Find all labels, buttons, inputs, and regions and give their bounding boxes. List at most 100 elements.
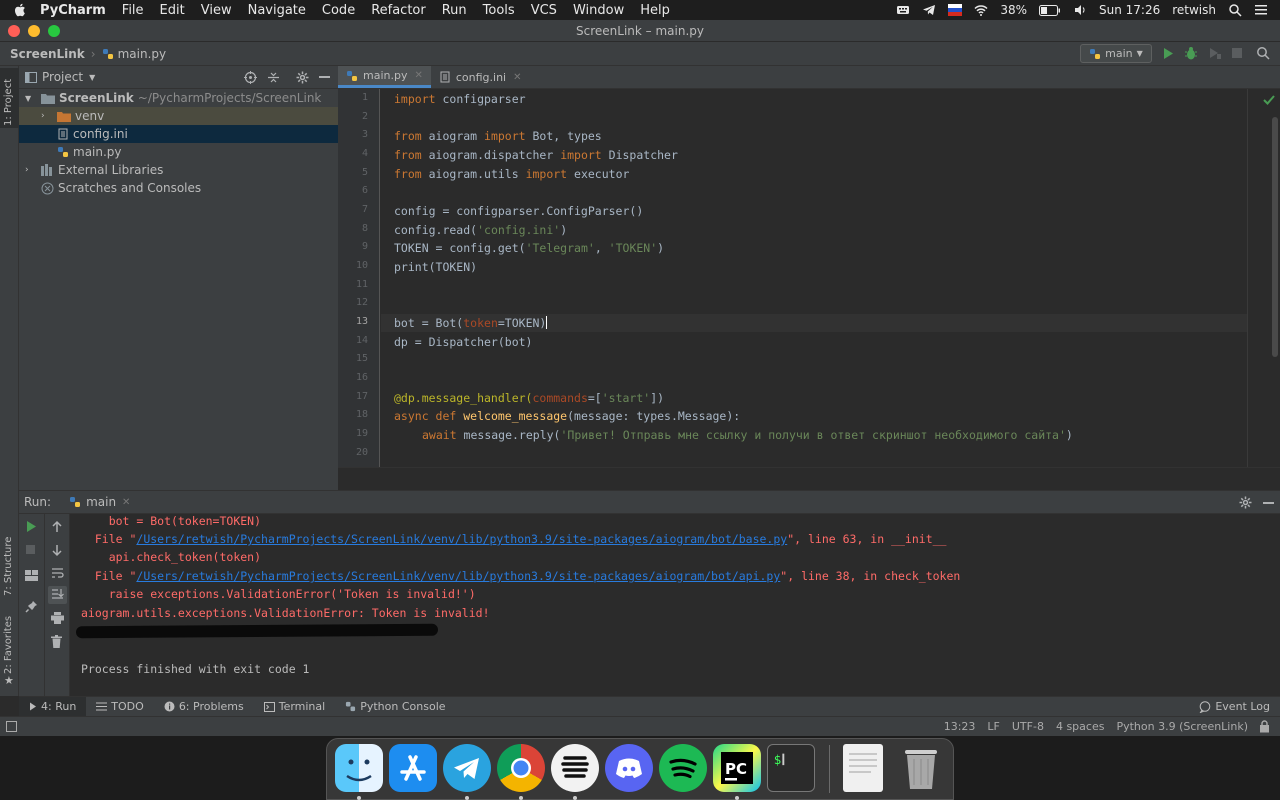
breadcrumb-file[interactable]: main.py — [118, 47, 167, 61]
tool-tab-todo[interactable]: TODO — [86, 697, 154, 717]
keyboard-icon[interactable] — [896, 3, 910, 17]
spotify-icon[interactable] — [659, 744, 707, 792]
gear-icon[interactable] — [1239, 496, 1252, 509]
code-editor[interactable]: import configparser from aiogram import … — [381, 89, 1247, 467]
menu-file[interactable]: File — [122, 3, 144, 18]
clock[interactable]: Sun 17:26 — [1099, 3, 1160, 17]
stop-icon[interactable] — [1231, 47, 1243, 59]
hide-panel-icon[interactable] — [319, 76, 330, 78]
control-center-icon[interactable] — [1254, 3, 1268, 17]
telegram-tray-icon[interactable] — [922, 3, 936, 17]
input-source-flag-icon[interactable] — [948, 4, 963, 16]
gear-icon[interactable] — [296, 71, 309, 84]
rerun-icon[interactable] — [25, 520, 39, 534]
tree-item-external-libraries[interactable]: › External Libraries — [19, 161, 338, 179]
stop-icon[interactable] — [25, 544, 39, 558]
close-tab-icon[interactable]: ✕ — [513, 72, 521, 83]
hide-panel-icon[interactable] — [1263, 502, 1274, 504]
locate-file-icon[interactable] — [244, 71, 257, 84]
battery-icon[interactable] — [1039, 4, 1061, 16]
menu-vcs[interactable]: VCS — [531, 3, 557, 18]
status-indent[interactable]: 4 spaces — [1056, 720, 1105, 733]
tree-item-venv[interactable]: › venv — [19, 107, 338, 125]
tree-item-main-py[interactable]: main.py — [19, 143, 338, 161]
tree-root-screenlink[interactable]: ▼ ScreenLink ~/PycharmProjects/ScreenLin… — [19, 89, 338, 107]
status-line-separator[interactable]: LF — [987, 720, 999, 733]
side-label-favorites[interactable]: 2: Favorites — [3, 616, 14, 674]
menu-view[interactable]: View — [201, 3, 232, 18]
status-interpreter[interactable]: Python 3.9 (ScreenLink) — [1116, 720, 1248, 733]
close-window-button[interactable] — [8, 25, 20, 37]
terminal-app-icon[interactable]: $ — [767, 744, 815, 792]
scroll-to-end-icon[interactable] — [48, 586, 67, 604]
chevron-down-icon[interactable]: ▼ — [25, 94, 37, 103]
breadcrumb-project[interactable]: ScreenLink — [10, 47, 85, 61]
user-name[interactable]: retwish — [1172, 3, 1216, 17]
spotlight-search-icon[interactable] — [1228, 3, 1242, 17]
minimize-window-button[interactable] — [28, 25, 40, 37]
trash-icon[interactable] — [901, 744, 949, 792]
menu-refactor[interactable]: Refactor — [371, 3, 426, 18]
tab-main-py[interactable]: main.py ✕ — [338, 66, 431, 88]
volume-icon[interactable] — [1073, 3, 1087, 17]
tab-config-ini[interactable]: config.ini ✕ — [431, 66, 530, 88]
pycharm-icon[interactable]: PC — [713, 744, 761, 792]
chrome-icon[interactable] — [497, 744, 545, 792]
chevron-right-icon[interactable]: › — [41, 111, 53, 121]
console-file-link[interactable]: /Users/retwish/PycharmProjects/ScreenLin… — [136, 532, 787, 546]
coverage-icon[interactable] — [1208, 46, 1222, 60]
app-store-icon[interactable] — [389, 744, 437, 792]
tree-item-scratches[interactable]: Scratches and Consoles — [19, 179, 338, 197]
wifi-icon[interactable] — [974, 3, 988, 17]
close-tab-icon[interactable]: ✕ — [122, 497, 130, 508]
layout-icon[interactable] — [25, 570, 39, 584]
scrollbar-thumb[interactable] — [1272, 117, 1278, 357]
lock-icon[interactable] — [1259, 720, 1270, 733]
status-caret-position[interactable]: 13:23 — [944, 720, 976, 733]
pin-icon[interactable] — [25, 600, 39, 614]
search-everywhere-icon[interactable] — [1256, 46, 1270, 60]
discord-icon[interactable] — [605, 744, 653, 792]
console-file-link[interactable]: /Users/retwish/PycharmProjects/ScreenLin… — [136, 569, 780, 583]
arrow-up-icon[interactable] — [51, 520, 65, 534]
run-configuration-selector[interactable]: main ▼ — [1080, 44, 1152, 63]
tool-tab-event-log[interactable]: Event Log — [1189, 697, 1280, 717]
run-console[interactable]: bot = Bot(token=TOKEN) File "/Users/retw… — [70, 514, 1280, 696]
telegram-icon[interactable] — [443, 744, 491, 792]
arrow-down-icon[interactable] — [51, 544, 65, 558]
menu-edit[interactable]: Edit — [160, 3, 185, 18]
apple-menu-icon[interactable] — [0, 3, 40, 17]
trash-icon[interactable] — [51, 635, 65, 649]
checkmark-icon[interactable] — [1263, 95, 1275, 105]
side-label-structure[interactable]: 7: Structure — [3, 537, 14, 596]
print-icon[interactable] — [51, 612, 65, 626]
toggle-tool-windows-icon[interactable] — [6, 721, 17, 732]
shell-app-icon[interactable] — [551, 744, 599, 792]
debug-icon[interactable] — [1184, 46, 1198, 61]
chevron-right-icon[interactable]: › — [25, 165, 37, 175]
status-encoding[interactable]: UTF-8 — [1012, 720, 1044, 733]
menu-navigate[interactable]: Navigate — [248, 3, 306, 18]
finder-icon[interactable] — [335, 744, 383, 792]
menu-tools[interactable]: Tools — [483, 3, 515, 18]
app-menu-pycharm[interactable]: PyCharm — [40, 3, 106, 18]
menu-window[interactable]: Window — [573, 3, 624, 18]
tool-tab-terminal[interactable]: Terminal — [254, 697, 336, 717]
document-icon[interactable] — [843, 744, 883, 792]
zoom-window-button[interactable] — [48, 25, 60, 37]
project-view-label[interactable]: Project — [42, 70, 83, 84]
tool-tab-run[interactable]: 4: Run — [19, 696, 87, 717]
side-label-project[interactable]: 1: Project — [3, 79, 14, 126]
tree-item-config-ini[interactable]: config.ini — [19, 125, 338, 143]
tool-tab-problems[interactable]: 6: Problems — [154, 697, 254, 717]
close-tab-icon[interactable]: ✕ — [414, 70, 422, 81]
menu-run[interactable]: Run — [442, 3, 467, 18]
collapse-all-icon[interactable] — [267, 71, 280, 84]
chevron-down-icon[interactable]: ▼ — [89, 73, 95, 82]
soft-wrap-icon[interactable] — [51, 567, 65, 581]
editor-scrollbar[interactable] — [1247, 89, 1280, 467]
run-tab-main[interactable]: main — [86, 495, 116, 509]
tool-tab-python-console[interactable]: Python Console — [335, 697, 455, 717]
run-icon[interactable] — [1162, 47, 1174, 60]
menu-code[interactable]: Code — [322, 3, 355, 18]
